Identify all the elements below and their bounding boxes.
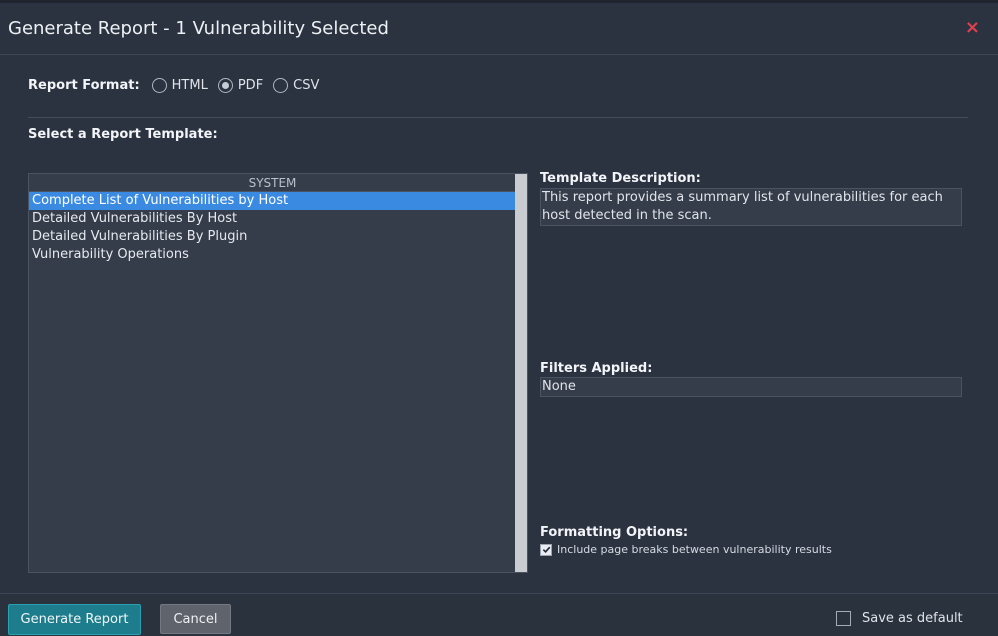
radio-pdf-label[interactable]: PDF bbox=[238, 78, 263, 93]
listbox-scrollbar[interactable] bbox=[515, 174, 527, 572]
select-template-label: Select a Report Template: bbox=[28, 127, 218, 142]
radio-html-label[interactable]: HTML bbox=[172, 78, 208, 93]
filters-applied-value: None bbox=[540, 377, 962, 397]
radio-html[interactable] bbox=[151, 77, 167, 93]
checkmark-icon bbox=[542, 546, 550, 554]
save-as-default-label[interactable]: Save as default bbox=[862, 611, 963, 626]
divider bbox=[28, 117, 968, 118]
generate-report-dialog: Generate Report - 1 Vulnerability Select… bbox=[0, 0, 998, 636]
radio-pdf[interactable] bbox=[217, 77, 233, 93]
report-format-label: Report Format: bbox=[28, 77, 140, 93]
cancel-button[interactable]: Cancel bbox=[160, 604, 231, 634]
list-item-complete-list[interactable]: Complete List of Vulnerabilities by Host bbox=[29, 192, 516, 210]
list-item-vuln-operations[interactable]: Vulnerability Operations bbox=[29, 246, 516, 264]
dialog-titlebar: Generate Report - 1 Vulnerability Select… bbox=[0, 6, 998, 55]
formatting-options-label: Formatting Options: bbox=[540, 525, 689, 540]
page-breaks-label[interactable]: Include page breaks between vulnerabilit… bbox=[557, 543, 832, 556]
list-group-header: SYSTEM bbox=[29, 174, 516, 192]
save-as-default-checkbox[interactable] bbox=[836, 611, 851, 626]
template-description-label: Template Description: bbox=[540, 171, 701, 186]
dialog-footer: Generate Report Cancel Save as default bbox=[0, 593, 998, 636]
close-icon[interactable]: × bbox=[965, 18, 980, 38]
dialog-title: Generate Report - 1 Vulnerability Select… bbox=[8, 18, 389, 39]
report-format-options: HTML PDF CSV bbox=[151, 77, 330, 93]
page-breaks-option: Include page breaks between vulnerabilit… bbox=[540, 543, 832, 556]
page-breaks-checkbox[interactable] bbox=[540, 543, 552, 556]
save-as-default-option: Save as default bbox=[836, 611, 963, 626]
radio-csv-label[interactable]: CSV bbox=[293, 78, 319, 93]
template-description-box: This report provides a summary list of v… bbox=[540, 188, 962, 226]
list-item-detailed-by-host[interactable]: Detailed Vulnerabilities By Host bbox=[29, 210, 516, 228]
filters-applied-label: Filters Applied: bbox=[540, 361, 653, 376]
list-item-detailed-by-plugin[interactable]: Detailed Vulnerabilities By Plugin bbox=[29, 228, 516, 246]
radio-csv[interactable] bbox=[273, 77, 289, 93]
template-listbox[interactable]: SYSTEM Complete List of Vulnerabilities … bbox=[28, 173, 528, 573]
report-format-row: Report Format: HTML PDF CSV bbox=[28, 76, 329, 94]
generate-report-button[interactable]: Generate Report bbox=[8, 604, 141, 635]
